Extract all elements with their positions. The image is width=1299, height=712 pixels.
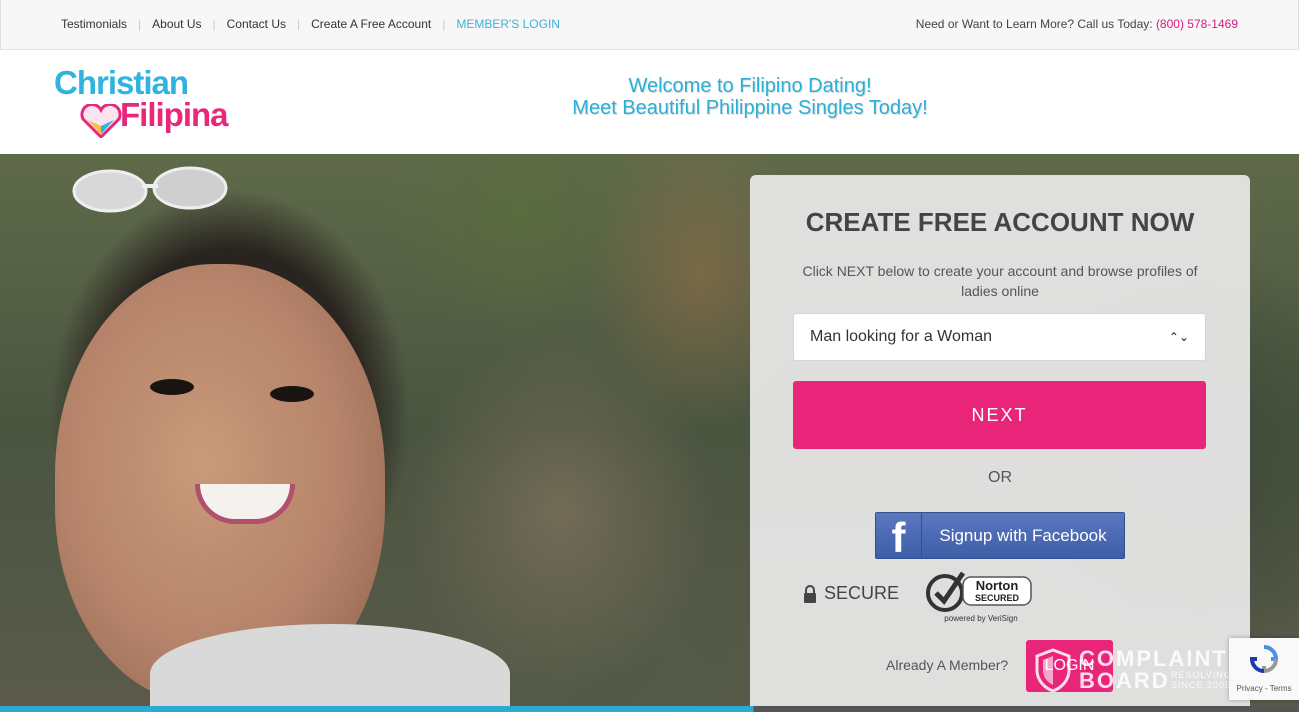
nav-separator: | <box>297 17 301 31</box>
svg-text:powered by VeriSign: powered by VeriSign <box>944 614 1017 623</box>
shield-icon <box>1035 648 1071 692</box>
seeking-selected-value: Man looking for a Woman <box>810 328 993 345</box>
header: Christian Filipina Welcome to Filipino D… <box>0 50 1299 154</box>
watermark-line-2: BOARD <box>1079 668 1170 693</box>
phone-number[interactable]: (800) 578-1469 <box>1156 17 1238 31</box>
hero-eye <box>270 386 314 402</box>
nav-separator: | <box>212 17 216 31</box>
svg-text:Norton: Norton <box>976 578 1019 593</box>
facebook-icon: f <box>876 513 922 559</box>
heart-icon <box>80 104 122 138</box>
facebook-signup-button[interactable]: f Signup with Facebook <box>875 512 1125 559</box>
signup-intro: Click NEXT below to create your account … <box>802 263 1198 299</box>
nav-separator: | <box>442 17 446 31</box>
facebook-signup-label: Signup with Facebook <box>939 525 1107 545</box>
lock-icon <box>804 584 816 603</box>
nav-about-us[interactable]: About Us <box>152 17 201 31</box>
sunglasses-icon <box>72 166 228 213</box>
call-us: Need or Want to Learn More? Call us Toda… <box>916 17 1238 31</box>
nav-testimonials[interactable]: Testimonials <box>61 17 127 31</box>
welcome-line-1: Welcome to Filipino Dating! <box>628 75 872 97</box>
already-member-text: Already A Member? <box>886 657 1009 673</box>
top-nav: Testimonials | About Us | Contact Us | C… <box>61 17 560 31</box>
welcome-heading: Welcome to Filipino Dating! Meet Beautif… <box>500 75 1000 119</box>
nav-create-account[interactable]: Create A Free Account <box>311 17 431 31</box>
recaptcha-icon <box>1249 645 1279 674</box>
footer-bar <box>0 706 1299 712</box>
recaptcha-badge[interactable]: Privacy - Terms <box>1229 638 1299 700</box>
next-button[interactable]: NEXT <box>793 381 1206 449</box>
site-logo[interactable]: Christian Filipina <box>50 64 240 138</box>
complaints-board-watermark: COMPLAINTS BOARD RESOLVING SINCE 2005 <box>1035 646 1255 694</box>
norton-secured-logo: Norton SECURED powered by VeriSign <box>926 571 1032 623</box>
call-us-text: Need or Want to Learn More? Call us Toda… <box>915 17 1153 31</box>
secure-badge: SECURE <box>803 583 899 604</box>
nav-separator: | <box>138 17 142 31</box>
signup-title: CREATE FREE ACCOUNT NOW <box>805 207 1195 237</box>
secure-label: SECURE <box>824 583 900 603</box>
watermark-line-3: RESOLVING SINCE 2005 <box>1171 670 1232 690</box>
chevron-down-icon: ⌃⌄ <box>1168 330 1189 344</box>
welcome-line-2: Meet Beautiful Philippine Singles Today! <box>572 97 928 119</box>
watermark-since: SINCE 2005 <box>1171 680 1232 690</box>
hero-eye <box>150 379 194 395</box>
or-divider: OR <box>988 469 1012 486</box>
seeking-select[interactable]: Man looking for a Woman ⌃⌄ <box>793 313 1206 361</box>
svg-text:SECURED: SECURED <box>975 593 1020 603</box>
nav-contact-us[interactable]: Contact Us <box>227 17 286 31</box>
signup-panel: CREATE FREE ACCOUNT NOW Click NEXT below… <box>750 175 1250 712</box>
recaptcha-links[interactable]: Privacy - Terms <box>1229 684 1299 693</box>
watermark-resolving: RESOLVING <box>1171 670 1232 680</box>
logo-text-filipina: Filipina <box>120 96 228 133</box>
top-bar: Testimonials | About Us | Contact Us | C… <box>0 0 1299 50</box>
nav-member-login[interactable]: MEMBER'S LOGIN <box>456 17 560 31</box>
